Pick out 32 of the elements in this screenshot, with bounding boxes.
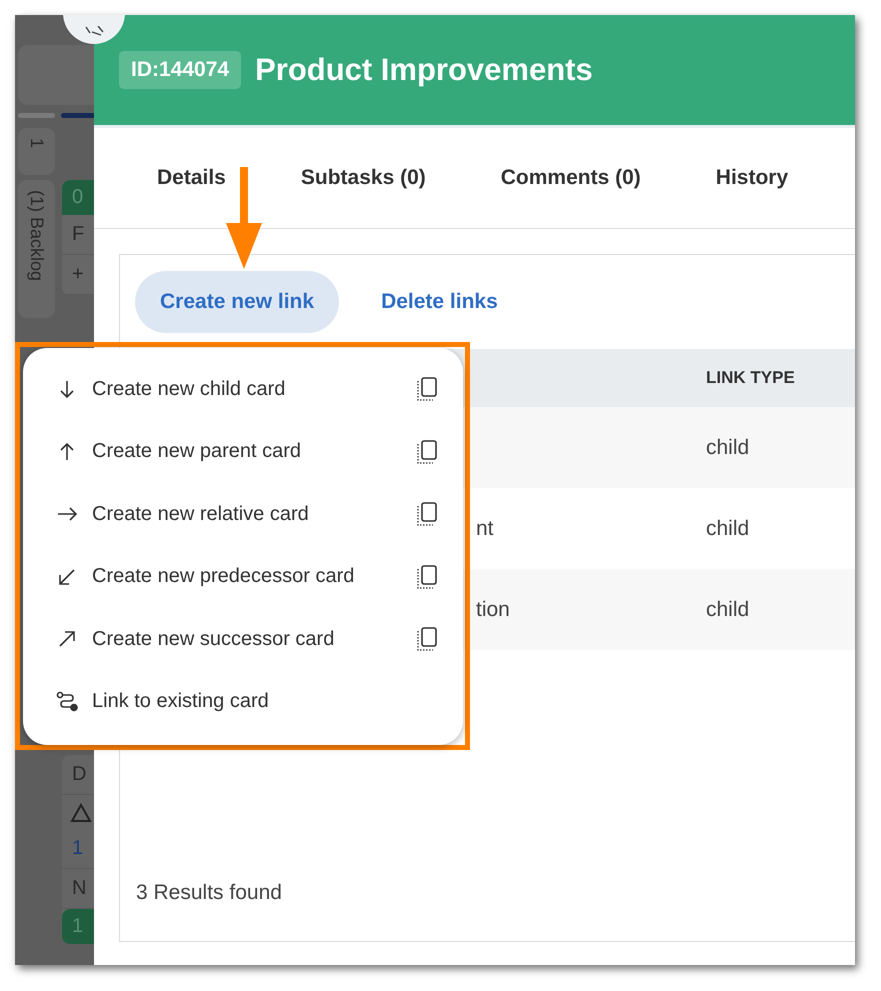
card-title: Product Improvements	[255, 52, 593, 88]
menu-item[interactable]: Create new relative card	[92, 502, 402, 526]
tab[interactable]: Details	[157, 166, 226, 190]
create-link-button[interactable]: Create new link	[135, 271, 340, 333]
card-header: 0	[62, 180, 94, 215]
menu-item[interactable]: Create new successor card	[92, 628, 402, 651]
menu-item[interactable]: Create new parent card	[92, 440, 402, 464]
tab[interactable]: History	[716, 166, 788, 190]
tab[interactable]: Comments (0)	[500, 166, 641, 190]
copy-icon[interactable]	[416, 501, 438, 528]
column-count: 1	[26, 138, 47, 150]
results-count: 3 Results found	[135, 881, 283, 905]
delete-links-link[interactable]: Delete links	[381, 290, 498, 314]
copy-icon[interactable]	[416, 626, 438, 652]
menu-item[interactable]: Create new child card	[92, 378, 402, 401]
table-cell: child	[706, 516, 750, 540]
tab[interactable]: Subtasks (0)	[300, 166, 426, 190]
menu-item[interactable]: Create new predecessor card	[92, 565, 402, 588]
copy-icon[interactable]	[416, 438, 438, 465]
warning-icon	[70, 803, 92, 823]
table-cell: nt	[476, 516, 494, 540]
copy-icon[interactable]	[416, 376, 438, 402]
connector-icon	[56, 690, 78, 713]
table-cell: child	[706, 436, 750, 458]
menu-item[interactable]: Link to existing card	[92, 690, 438, 714]
id-badge: ID:144074	[119, 51, 242, 89]
column-title: (1) Backlog	[26, 190, 47, 284]
column-header: LINK TYPE	[706, 368, 795, 387]
table-cell: tion	[476, 598, 510, 620]
card-header: 1	[62, 909, 94, 944]
table-cell: child	[706, 598, 750, 620]
copy-icon[interactable]	[416, 564, 438, 590]
